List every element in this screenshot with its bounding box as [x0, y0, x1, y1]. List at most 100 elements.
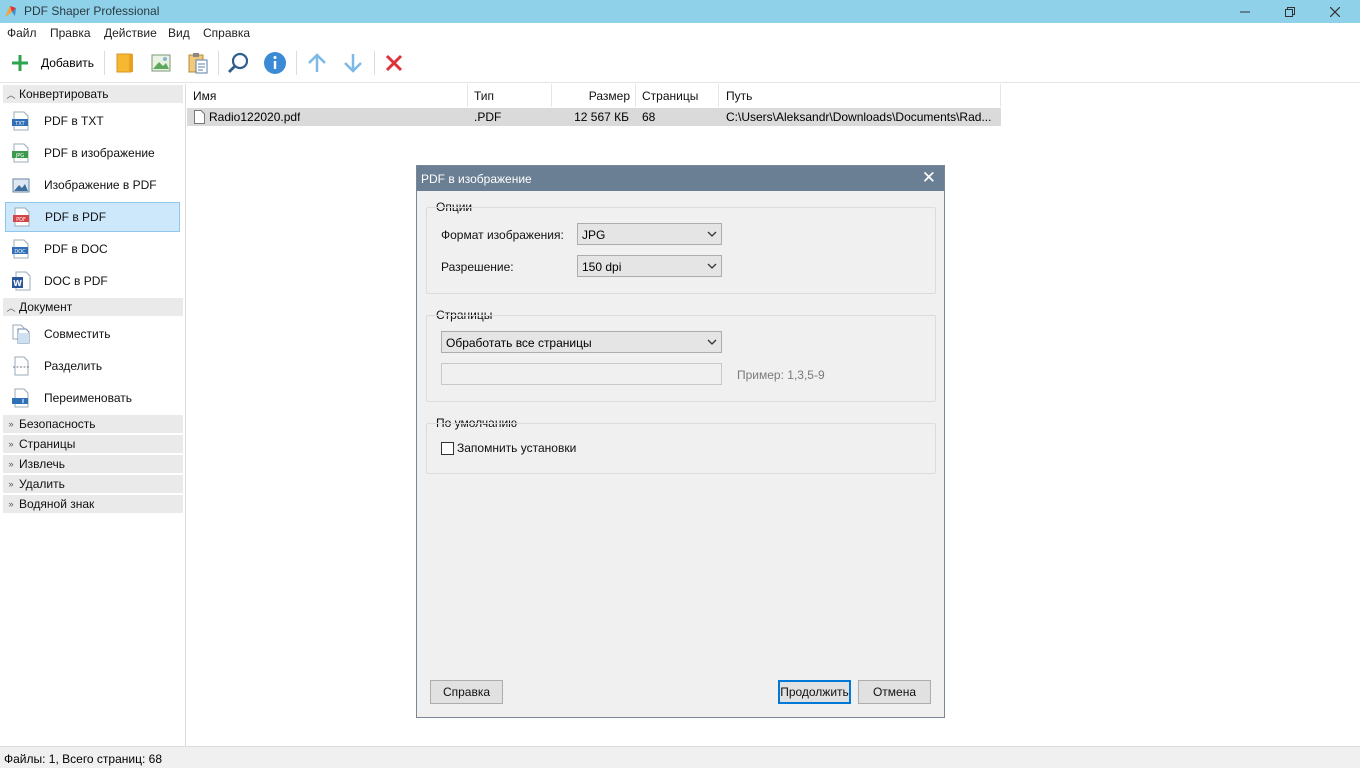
add-button[interactable]: Добавить: [10, 49, 94, 77]
column-label: Имя: [193, 88, 217, 103]
group-watermark[interactable]: » Водяной знак: [3, 495, 183, 513]
paste-icon: [188, 53, 208, 74]
menu-edit[interactable]: Правка: [50, 26, 91, 40]
group-pages[interactable]: » Страницы: [3, 435, 183, 453]
info-button[interactable]: [263, 49, 287, 77]
chevron-down-icon: [707, 263, 717, 269]
group-document[interactable]: ︿ Документ: [3, 298, 183, 316]
status-bar: Файлы: 1, Всего страниц: 68: [0, 746, 1360, 768]
file-icon: [194, 110, 205, 124]
dialog-title: PDF в изображение: [421, 172, 532, 186]
move-up-button[interactable]: [306, 49, 328, 77]
group-label: Документ: [19, 300, 73, 314]
column-header-type[interactable]: Тип: [468, 84, 552, 107]
group-label: Страницы: [19, 437, 76, 451]
status-text: Файлы: 1, Всего страниц: 68: [4, 752, 162, 766]
add-button-label: Добавить: [41, 56, 95, 70]
group-label: Водяной знак: [19, 497, 95, 511]
sidebar-item-pdf-to-pdf[interactable]: PDF PDF в PDF: [5, 202, 180, 232]
minimize-button[interactable]: [1222, 0, 1267, 23]
pages-groupbox: [426, 315, 936, 402]
txt-icon: TXT: [11, 111, 31, 131]
maximize-button[interactable]: [1267, 0, 1312, 23]
sidebar-item-merge[interactable]: Совместить: [5, 319, 180, 349]
pages-mode-select[interactable]: Обработать все страницы: [441, 331, 722, 353]
move-down-icon: [344, 54, 362, 73]
open-folder-button[interactable]: [114, 49, 136, 77]
info-icon: [264, 52, 286, 74]
toolbar-separator: [296, 51, 297, 75]
chevron-up-icon: ︿: [6, 89, 16, 100]
jpg-icon: JPG: [11, 143, 31, 163]
move-up-icon: [308, 53, 326, 72]
group-delete[interactable]: » Удалить: [3, 475, 183, 493]
group-label: Безопасность: [19, 417, 96, 431]
chevron-down-icon: »: [8, 459, 14, 469]
sidebar-item-rename[interactable]: Переименовать: [5, 383, 180, 413]
pages-mode-value: Обработать все страницы: [446, 336, 592, 350]
options-groupbox: [426, 207, 936, 294]
paste-button[interactable]: [187, 49, 209, 77]
column-label: Тип: [474, 88, 495, 103]
sidebar-item-pdf-to-txt[interactable]: TXT PDF в TXT: [5, 106, 180, 136]
page-range-input[interactable]: [441, 363, 722, 385]
svg-text:DOC: DOC: [14, 249, 26, 255]
toolbar: Добавить: [0, 43, 1360, 83]
continue-button[interactable]: Продолжить: [778, 680, 851, 704]
toolbar-separator: [218, 51, 219, 75]
column-label: Страницы: [642, 88, 699, 103]
chevron-down-icon: »: [8, 479, 14, 489]
pdf-to-image-dialog: PDF в изображение ✕ Опции Формат изображ…: [416, 165, 945, 718]
help-button[interactable]: Справка: [430, 680, 503, 704]
title-bar: PDF Shaper Professional: [0, 0, 1360, 23]
sidebar-item-doc-to-pdf[interactable]: W DOC в PDF: [5, 266, 180, 296]
toolbar-separator: [104, 51, 105, 75]
sidebar-item-label: Изображение в PDF: [44, 178, 157, 192]
format-label: Формат изображения:: [441, 228, 564, 242]
remove-button[interactable]: [384, 49, 404, 77]
sidebar-item-pdf-to-image[interactable]: JPG PDF в изображение: [5, 138, 180, 168]
sidebar-item-label: PDF в изображение: [44, 146, 155, 160]
group-convert[interactable]: ︿ Конвертировать: [3, 85, 183, 103]
group-extract[interactable]: » Извлечь: [3, 455, 183, 473]
window-title: PDF Shaper Professional: [24, 4, 160, 18]
sidebar-item-split[interactable]: Разделить: [5, 351, 180, 381]
rename-icon: [11, 388, 31, 408]
column-header-name[interactable]: Имя: [187, 84, 468, 107]
move-down-button[interactable]: [342, 49, 364, 77]
menu-view[interactable]: Вид: [168, 26, 190, 40]
column-header-path[interactable]: Путь: [719, 84, 1001, 107]
doc-icon: DOC: [11, 239, 31, 259]
dialog-close-icon[interactable]: ✕: [922, 169, 936, 186]
cancel-button[interactable]: Отмена: [858, 680, 931, 704]
svg-text:TXT: TXT: [14, 121, 25, 127]
table-row[interactable]: Radio122020.pdf .PDF 12 567 КБ 68 C:\Use…: [187, 108, 1001, 126]
add-icon: [12, 55, 28, 71]
search-button[interactable]: [227, 49, 251, 77]
sidebar-item-label: Совместить: [44, 327, 111, 341]
resolution-select[interactable]: 150 dpi: [577, 255, 722, 277]
close-button[interactable]: [1312, 0, 1357, 23]
group-label: Конвертировать: [19, 87, 109, 101]
file-size: 12 567 КБ: [574, 110, 629, 124]
column-header-size[interactable]: Размер: [552, 84, 636, 107]
column-header-pages[interactable]: Страницы: [636, 84, 719, 107]
app-logo-icon: [5, 6, 16, 17]
dialog-title-bar: PDF в изображение ✕: [417, 166, 944, 191]
svg-text:W: W: [13, 279, 22, 288]
sidebar-item-label: PDF в PDF: [45, 210, 107, 224]
group-security[interactable]: » Безопасность: [3, 415, 183, 433]
remember-settings-checkbox[interactable]: [441, 442, 454, 455]
menu-action[interactable]: Действие: [104, 26, 157, 40]
add-image-button[interactable]: [150, 49, 172, 77]
sidebar-item-pdf-to-doc[interactable]: DOC PDF в DOC: [5, 234, 180, 264]
remember-settings-label: Запомнить установки: [457, 441, 577, 455]
sidebar-item-image-to-pdf[interactable]: Изображение в PDF: [5, 170, 180, 200]
menu-file[interactable]: Файл: [7, 26, 37, 40]
sidebar-item-label: PDF в DOC: [44, 242, 108, 256]
group-label: Извлечь: [19, 457, 66, 471]
menu-help[interactable]: Справка: [203, 26, 250, 40]
format-select[interactable]: JPG: [577, 223, 722, 245]
page-range-hint: Пример: 1,3,5-9: [737, 368, 825, 382]
chevron-up-icon: ︿: [6, 302, 16, 313]
